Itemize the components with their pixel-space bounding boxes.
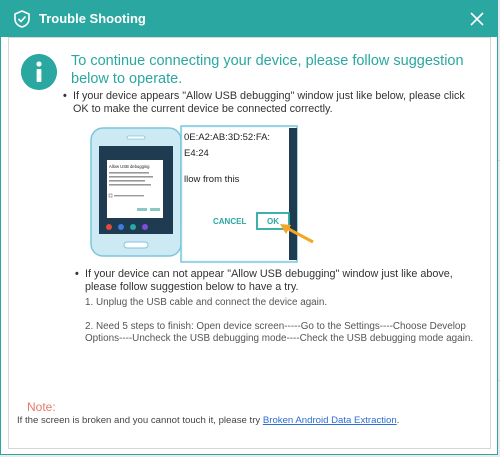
step-one: 1. Unplug the USB cable and connect the … xyxy=(85,297,328,308)
info-icon xyxy=(21,54,57,90)
phone-app-icon xyxy=(118,224,124,230)
phone-dialog-button xyxy=(137,208,147,211)
phone-app-icon xyxy=(142,224,148,230)
phone-dialog-line xyxy=(114,195,144,197)
phone-dialog-line xyxy=(109,184,151,186)
zoom-allow-text: llow from this xyxy=(184,174,240,185)
window-title: Trouble Shooting xyxy=(39,11,146,26)
bullet-allow-usb: • If your device appears "Allow USB debu… xyxy=(63,90,473,116)
note-body: If the screen is broken and you cannot t… xyxy=(17,415,263,426)
zoom-fingerprint-1: 0E:A2:AB:3D:52:FA: xyxy=(184,132,270,143)
phone-app-icon xyxy=(130,224,136,230)
phone-top-speaker xyxy=(126,135,146,140)
phone-dialog-line xyxy=(109,180,145,182)
bullet-dot: • xyxy=(75,268,79,280)
phone-dialog-line xyxy=(109,176,153,178)
trouble-shooting-dialog: Trouble Shooting To continue connecting … xyxy=(0,0,498,455)
step-two: 2. Need 5 steps to finish: Open device s… xyxy=(85,321,474,344)
bullet-no-usb: • If your device can not appear "Allow U… xyxy=(75,268,481,294)
content-panel: To continue connecting your device, plea… xyxy=(8,37,491,449)
header-instruction: To continue connecting your device, plea… xyxy=(71,53,464,87)
note-text: If the screen is broken and you cannot t… xyxy=(17,415,399,426)
bullet-no-usb-text: If your device can not appear "Allow USB… xyxy=(85,268,453,293)
phone-dialog-line xyxy=(109,172,149,174)
note-label: Note: xyxy=(27,400,56,414)
shield-check-icon xyxy=(14,10,30,28)
zoom-fingerprint-2: E4:24 xyxy=(184,148,209,159)
zoom-ok-label: OK xyxy=(267,217,279,226)
note-suffix: . xyxy=(396,415,400,426)
zoom-dark-edge xyxy=(289,128,297,260)
phone-app-icon xyxy=(106,224,112,230)
zoom-cancel-label: CANCEL xyxy=(213,217,246,226)
bullet-allow-usb-text: If your device appears "Allow USB debugg… xyxy=(73,90,465,115)
usb-debugging-illustration: Allow USB debugging 0E:A2:AB:3D:52:FA: E… xyxy=(90,125,314,263)
title-bar: Trouble Shooting xyxy=(1,1,497,37)
broken-android-extraction-link[interactable]: Broken Android Data Extraction xyxy=(263,415,397,426)
phone-dialog-button xyxy=(150,208,160,211)
phone-home-button xyxy=(123,241,149,249)
close-icon[interactable] xyxy=(467,9,487,29)
phone-dialog-title: Allow USB debugging xyxy=(109,164,150,169)
bullet-dot: • xyxy=(63,90,67,102)
